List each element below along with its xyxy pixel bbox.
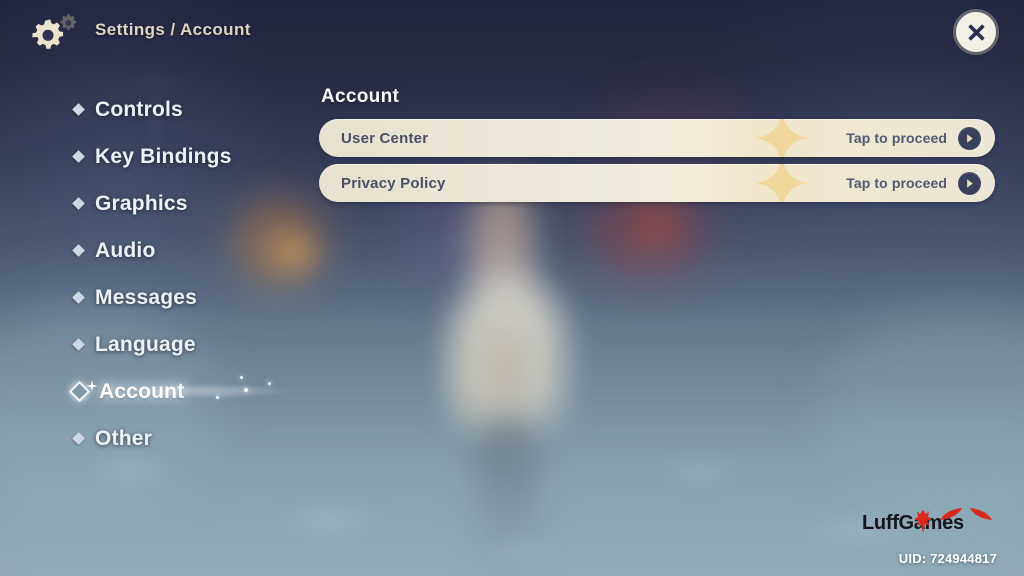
sidebar-item-controls[interactable]: Controls	[68, 86, 308, 133]
sparkle-dot	[268, 382, 271, 385]
sidebar-item-label: Controls	[95, 97, 183, 121]
sidebar-item-label: Audio	[95, 238, 156, 262]
sparkle-dot	[216, 396, 219, 399]
sidebar-item-label: Graphics	[95, 191, 188, 215]
diamond-bullet-icon	[68, 380, 91, 403]
diamond-bullet-icon	[72, 432, 85, 445]
sidebar-item-account[interactable]: Account	[68, 368, 312, 415]
devil-emblem-icon	[914, 510, 932, 533]
chevron-right-icon	[967, 178, 973, 188]
settings-sidebar: Controls Key Bindings Graphics Audio Mes…	[68, 86, 312, 462]
row-label: Privacy Policy	[341, 174, 446, 192]
header-bar: Settings / Account	[0, 0, 1024, 64]
page-title: Account	[321, 86, 400, 107]
close-button[interactable]	[956, 12, 996, 52]
sidebar-item-label: Messages	[95, 285, 197, 309]
row-user-center[interactable]: User Center Tap to proceed	[319, 119, 995, 157]
row-action-group: Tap to proceed	[846, 171, 981, 195]
row-action-group: Tap to proceed	[846, 126, 981, 150]
sidebar-item-messages[interactable]: Messages	[68, 274, 308, 321]
settings-gear-group	[26, 10, 80, 56]
row-label: User Center	[341, 129, 429, 147]
diamond-bullet-icon	[72, 291, 85, 304]
game-settings-screen: Settings / Account Controls Key Bindings…	[0, 0, 1024, 576]
sidebar-item-other[interactable]: Other	[68, 415, 308, 462]
sidebar-item-audio[interactable]: Audio	[68, 227, 308, 274]
close-icon	[967, 23, 985, 41]
row-hint: Tap to proceed	[846, 130, 947, 146]
diamond-bullet-icon	[72, 150, 85, 163]
sparkle-icon	[755, 119, 809, 157]
row-hint: Tap to proceed	[846, 175, 947, 191]
sparkle-icon	[755, 164, 809, 202]
sparkle-dot	[240, 376, 243, 379]
uid-label: UID: 724944817	[898, 551, 997, 566]
diamond-bullet-icon	[72, 103, 85, 116]
angry-eyes-icon	[940, 508, 992, 520]
row-privacy-policy[interactable]: Privacy Policy Tap to proceed	[319, 164, 995, 202]
diamond-bullet-icon	[72, 244, 85, 257]
diamond-bullet-icon	[72, 197, 85, 210]
account-panel: Account User Center Tap to proceed Priva…	[319, 86, 995, 209]
gear-icon	[32, 19, 64, 49]
sparkle-dot	[244, 388, 248, 392]
sidebar-item-label: Other	[95, 426, 153, 450]
sidebar-item-language[interactable]: Language	[68, 321, 308, 368]
diamond-bullet-icon	[72, 338, 85, 351]
sidebar-item-label: Language	[95, 332, 196, 356]
proceed-button[interactable]	[958, 171, 981, 195]
sidebar-item-key-bindings[interactable]: Key Bindings	[68, 133, 308, 180]
breadcrumb: Settings / Account	[95, 20, 251, 39]
watermark-logo: LuffGames	[862, 508, 998, 536]
sidebar-item-label: Key Bindings	[95, 144, 232, 168]
chevron-right-icon	[967, 133, 973, 143]
sidebar-item-label: Account	[99, 379, 185, 403]
sidebar-item-graphics[interactable]: Graphics	[68, 180, 308, 227]
proceed-button[interactable]	[958, 126, 981, 150]
